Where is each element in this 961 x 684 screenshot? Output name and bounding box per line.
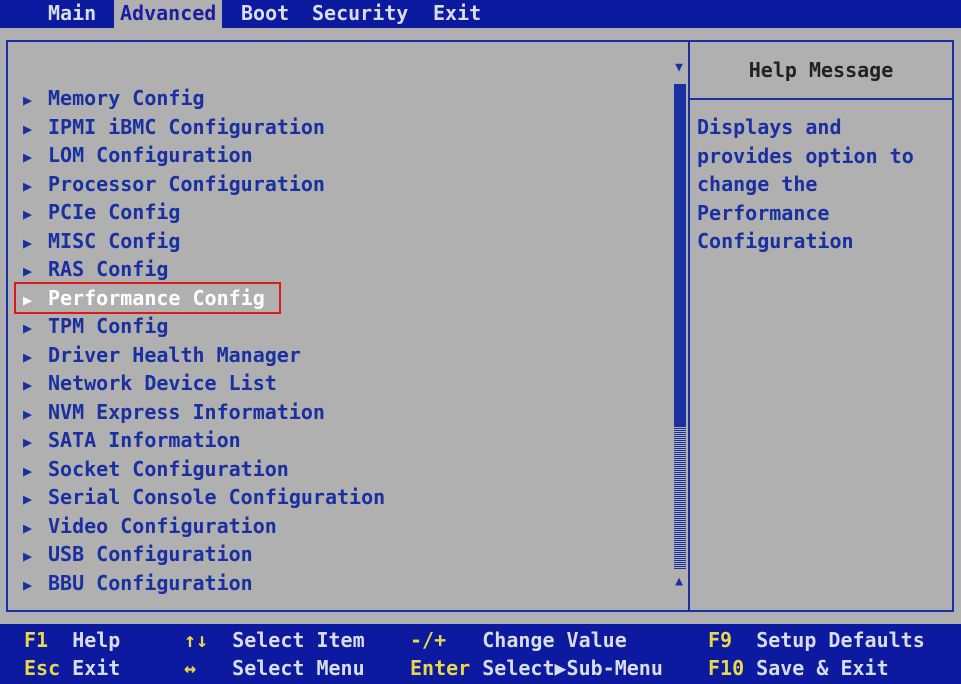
key-help-select-item: ↑↓ Select Item [184, 628, 365, 652]
submenu-arrow-icon: ▶ [23, 376, 33, 394]
menu-item-label: RAS Config [48, 257, 169, 281]
submenu-arrow-icon: ▶ [23, 433, 33, 451]
tab-advanced[interactable]: Advanced [114, 0, 223, 28]
submenu-arrow-icon: ▶ [23, 576, 33, 594]
menu-item-driver-health-manager[interactable]: ▶ Driver Health Manager [16, 341, 301, 369]
menu-item-processor-configuration[interactable]: ▶ Processor Configuration [16, 170, 325, 198]
submenu-arrow-icon: ▶ [23, 405, 33, 423]
submenu-arrow-icon: ▶ [23, 319, 33, 337]
menu-item-label: SATA Information [48, 428, 241, 452]
scrollbar-track[interactable] [674, 427, 686, 569]
menu-item-label: BBU Configuration [48, 571, 253, 595]
submenu-arrow-icon: ▶ [23, 462, 33, 480]
help-line: provides option to [697, 143, 914, 168]
menu-item-usb-configuration[interactable]: ▶ USB Configuration [16, 540, 253, 568]
top-menu-bar: Main Advanced Boot Security Exit [0, 0, 961, 28]
scroll-down-arrow-icon[interactable]: ▼ [672, 60, 686, 75]
menu-item-label: Socket Configuration [48, 457, 289, 481]
submenu-arrow-icon: ▶ [23, 490, 33, 508]
help-line: Performance [697, 200, 830, 225]
menu-item-label: IPMI iBMC Configuration [48, 115, 325, 139]
menu-item-bbu-configuration[interactable]: ▶ BBU Configuration [16, 569, 253, 597]
menu-item-performance-config[interactable]: ▶ Performance Config [14, 282, 281, 314]
menu-item-misc-config[interactable]: ▶ MISC Config [16, 227, 180, 255]
scrollbar-thumb[interactable] [674, 84, 686, 427]
key-help-bar: F1 Help Esc Exit ↑↓ Select Item ↔ Select… [0, 624, 961, 684]
menu-item-network-device-list[interactable]: ▶ Network Device List [16, 369, 277, 397]
submenu-arrow-icon: ▶ [23, 348, 33, 366]
menu-item-label: TPM Config [48, 314, 169, 338]
submenu-arrow-icon: ▶ [23, 291, 33, 309]
menu-item-serial-console-configuration[interactable]: ▶ Serial Console Configuration [16, 483, 385, 511]
submenu-arrow-icon: ▶ [23, 120, 33, 138]
key-help-change-value: -/+ Change Value [410, 628, 627, 652]
help-line: change the [697, 172, 818, 196]
help-title-divider [690, 98, 952, 100]
menu-item-tpm-config[interactable]: ▶ TPM Config [16, 312, 168, 340]
menu-item-label: Memory Config [48, 86, 205, 110]
key-help-f9: F9 Setup Defaults [708, 628, 925, 652]
menu-item-lom-configuration[interactable]: ▶ LOM Configuration [16, 141, 253, 169]
menu-item-label: NVM Express Information [48, 400, 325, 424]
menu-item-ipmi-ibmc-configuration[interactable]: ▶ IPMI iBMC Configuration [16, 113, 325, 141]
scroll-up-arrow-icon[interactable]: ▲ [672, 574, 686, 589]
menu-item-sata-information[interactable]: ▶ SATA Information [16, 426, 241, 454]
menu-item-ras-config[interactable]: ▶ RAS Config [16, 255, 168, 283]
key-help-esc: Esc Exit [24, 656, 121, 680]
menu-item-label: Network Device List [48, 371, 277, 395]
menu-item-label: PCIe Config [48, 200, 181, 224]
menu-item-label: Driver Health Manager [48, 343, 301, 367]
menu-item-nvm-express-information[interactable]: ▶ NVM Express Information [16, 398, 325, 426]
help-line: Configuration [697, 229, 854, 253]
submenu-arrow-icon: ▶ [23, 91, 33, 109]
help-message: Displays and provides option to change t… [697, 113, 947, 256]
menu-item-label: USB Configuration [48, 542, 253, 566]
menu-item-video-configuration[interactable]: ▶ Video Configuration [16, 512, 277, 540]
help-line: Displays and [697, 115, 842, 139]
submenu-arrow-icon: ▶ [23, 519, 33, 537]
menu-item-label: Processor Configuration [48, 172, 325, 196]
submenu-arrow-icon: ▶ [23, 234, 33, 252]
menu-item-label: MISC Config [48, 229, 181, 253]
menu-item-pcie-config[interactable]: ▶ PCIe Config [16, 198, 180, 226]
menu-item-label: Performance Config [48, 286, 265, 310]
key-help-f1: F1 Help [24, 628, 121, 652]
help-title: Help Message [748, 58, 894, 82]
submenu-arrow-icon: ▶ [23, 148, 33, 166]
key-help-enter: Enter Select▶Sub-Menu [410, 656, 663, 680]
menu-item-label: Video Configuration [48, 514, 277, 538]
menu-item-socket-configuration[interactable]: ▶ Socket Configuration [16, 455, 289, 483]
submenu-arrow-icon: ▶ [23, 262, 33, 280]
key-help-f10: F10 Save & Exit [708, 656, 889, 680]
tab-security[interactable]: Security [306, 0, 414, 28]
submenu-arrow-icon: ▶ [23, 205, 33, 223]
key-help-select-menu: ↔ Select Menu [184, 656, 365, 680]
submenu-arrow-icon: ▶ [23, 177, 33, 195]
tab-boot[interactable]: Boot [235, 0, 295, 28]
menu-item-label: Serial Console Configuration [48, 485, 386, 509]
tab-exit[interactable]: Exit [427, 0, 487, 28]
menu-item-label: LOM Configuration [48, 143, 253, 167]
menu-item-memory-config[interactable]: ▶ Memory Config [16, 84, 205, 112]
tab-main[interactable]: Main [42, 0, 102, 28]
submenu-arrow-icon: ▶ [23, 547, 33, 565]
panel-divider [688, 42, 690, 610]
